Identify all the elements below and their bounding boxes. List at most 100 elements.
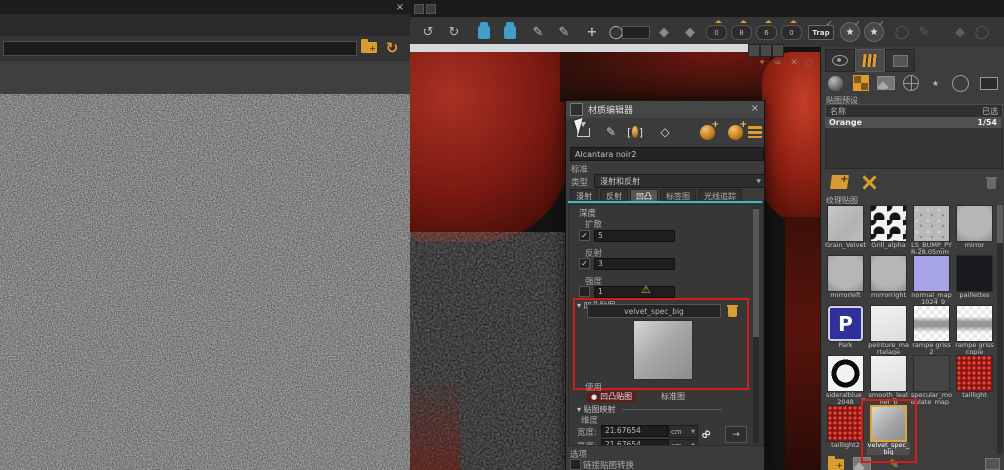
menu-icon[interactable]	[426, 4, 436, 14]
delete-texture-button[interactable]	[727, 304, 738, 317]
tab-diffuse[interactable]: 漫射	[570, 189, 598, 201]
tab-reflection[interactable]: 反射	[600, 189, 628, 201]
preset-list-body[interactable]	[825, 128, 1003, 169]
texture-viewer-titlebar[interactable]: ×	[0, 0, 410, 15]
texture-item[interactable]: mirror	[953, 205, 996, 255]
bump-texture-name-field[interactable]: velvet_spec_big	[587, 304, 721, 318]
texture-grid-scrollbar[interactable]	[997, 205, 1003, 455]
tab-raytrace[interactable]: 光线追踪	[698, 189, 742, 201]
link-overlay-icon[interactable]: ∞	[772, 57, 784, 69]
texture-item[interactable]: PPark	[824, 305, 867, 355]
height-input[interactable]: 21.67654	[601, 439, 668, 446]
inner-close-button[interactable]	[772, 44, 784, 57]
link-transform-checkbox[interactable]	[570, 459, 581, 470]
toolbar-input[interactable]	[622, 26, 650, 39]
images-icon[interactable]	[875, 73, 896, 93]
material-type-dropdown[interactable]: 漫射和反射 ▼	[594, 174, 765, 188]
preset-group-row[interactable]: Orange 1/54	[825, 117, 1001, 128]
radio-standard-map[interactable]: 标准图	[661, 391, 685, 402]
cut-overlay-icon[interactable]: ✕	[788, 57, 800, 69]
texture-item[interactable]: rampe griss copie	[953, 305, 996, 355]
tab-bump[interactable]: 凹凸	[630, 189, 658, 201]
texture-item[interactable]: Grain_Velvet	[824, 205, 867, 255]
param-reflect-input[interactable]: 3	[594, 258, 675, 270]
open-folder-icon[interactable]: +	[361, 42, 377, 53]
fit-texture-button[interactable]: →	[725, 426, 747, 443]
textures-grid-icon[interactable]	[850, 73, 871, 93]
favorites-star-icon[interactable]: ★	[925, 73, 946, 93]
width-input[interactable]: 21.67654	[601, 425, 668, 437]
texture-item[interactable]: specular_modulate_map_1024_grey8	[910, 355, 953, 405]
close-icon[interactable]: ×	[751, 103, 759, 114]
texture-item[interactable]: taillight2	[824, 405, 867, 455]
tab-render[interactable]	[885, 49, 915, 72]
param-intensity-checkbox[interactable]	[579, 286, 590, 297]
width-unit-dropdown[interactable]: cm ▼	[668, 425, 698, 438]
counter-button-3[interactable]: 6	[756, 25, 777, 40]
diamond-icon[interactable]: ◆	[654, 22, 674, 42]
pen-tool-icon[interactable]: ✎	[528, 22, 548, 42]
diamond2-icon[interactable]: ◆	[680, 22, 700, 42]
counter-button-1[interactable]: 0	[706, 25, 727, 40]
texture-item[interactable]: mirrorright	[867, 255, 910, 305]
param-intensity-input[interactable]: 1	[594, 286, 675, 298]
height-unit-dropdown[interactable]: cm ▼	[668, 439, 698, 446]
texture-item[interactable]: mirrorleft	[824, 255, 867, 305]
new-material-icon[interactable]: +	[698, 123, 716, 141]
param-reflect-checkbox[interactable]: ✓	[579, 258, 590, 269]
move-icon[interactable]: +	[582, 22, 602, 42]
add-library-button[interactable]	[829, 173, 849, 191]
texture-item[interactable]: paillettes	[953, 255, 996, 305]
param-diffuse-checkbox[interactable]: ✓	[579, 230, 590, 241]
gear-overlay-icon[interactable]: ◌	[803, 57, 815, 69]
material-editor-titlebar[interactable]: 材质编辑器 ×	[566, 101, 764, 119]
param-diffuse-input[interactable]: 5	[594, 230, 675, 242]
display-screen-icon[interactable]	[978, 73, 999, 93]
add-image-button[interactable]	[853, 457, 871, 470]
axis-flag-icon[interactable]: ⌖	[756, 57, 768, 69]
texture-item[interactable]: sideralblue_2048	[824, 355, 867, 405]
texture-item[interactable]: normal_map_1024_9	[910, 255, 953, 305]
scrollbar-thumb[interactable]	[753, 209, 759, 337]
material-ball-bracket-icon[interactable]: []	[626, 123, 644, 141]
pan-hand-icon[interactable]	[474, 22, 494, 42]
tab-visibility[interactable]	[825, 49, 855, 72]
name-column-header[interactable]: 名称	[826, 106, 982, 117]
tab-library[interactable]	[855, 49, 885, 72]
environment-globe-icon[interactable]	[900, 73, 921, 93]
texture-item[interactable]: peinture_martelage	[867, 305, 910, 355]
inner-minimize-button[interactable]	[748, 44, 760, 57]
texture-item-selected[interactable]: velvet_spec_big	[867, 405, 910, 455]
radio-bump-map[interactable]: ● 凹凸贴图	[587, 391, 636, 402]
menu-icon[interactable]	[414, 4, 424, 14]
material-name-field[interactable]: Alcantara noir2	[570, 147, 764, 161]
dialog-scrollbar[interactable]	[753, 207, 759, 443]
counter-button-2[interactable]: 8	[731, 25, 752, 40]
bump-texture-preview[interactable]	[633, 320, 693, 380]
import-texture-folder-button[interactable]: +	[827, 457, 845, 470]
texture-item[interactable]: smooth_leather_b	[867, 355, 910, 405]
texture-path-input[interactable]	[3, 41, 357, 56]
paint-brush-icon[interactable]: ✎	[885, 457, 903, 470]
selected-column-header[interactable]: 已选	[982, 106, 1002, 117]
counter-button-4[interactable]: 0	[781, 25, 802, 40]
pen-select-icon[interactable]: ✎	[554, 22, 574, 42]
pan-hand2-icon[interactable]	[500, 22, 520, 42]
texture-options-button[interactable]	[983, 457, 1001, 470]
texture-preview-image[interactable]	[0, 94, 410, 470]
duplicate-material-icon[interactable]: +	[726, 123, 744, 141]
inner-restore-button[interactable]	[760, 44, 772, 57]
close-icon[interactable]: ×	[394, 1, 406, 13]
texture-item[interactable]: LS_BUMP_PYR-28.05mm_20080408_E2	[910, 205, 953, 255]
tab-label[interactable]: 标签图	[660, 189, 696, 201]
orbit-right-icon[interactable]: ↻	[444, 22, 464, 42]
mapping-section-header[interactable]: ▾ 贴图映射	[577, 404, 722, 415]
layers-stack-icon[interactable]	[746, 123, 764, 141]
texture-item[interactable]: rampe griss 2	[910, 305, 953, 355]
orbit-left-icon[interactable]: ↺	[418, 22, 438, 42]
texture-item[interactable]: Grill_alpha	[867, 205, 910, 255]
scrollbar-thumb[interactable]	[997, 205, 1003, 243]
presets-circle-icon[interactable]	[950, 73, 971, 93]
node-select-icon[interactable]: ◇	[656, 123, 674, 141]
materials-sphere-icon[interactable]	[825, 73, 846, 93]
